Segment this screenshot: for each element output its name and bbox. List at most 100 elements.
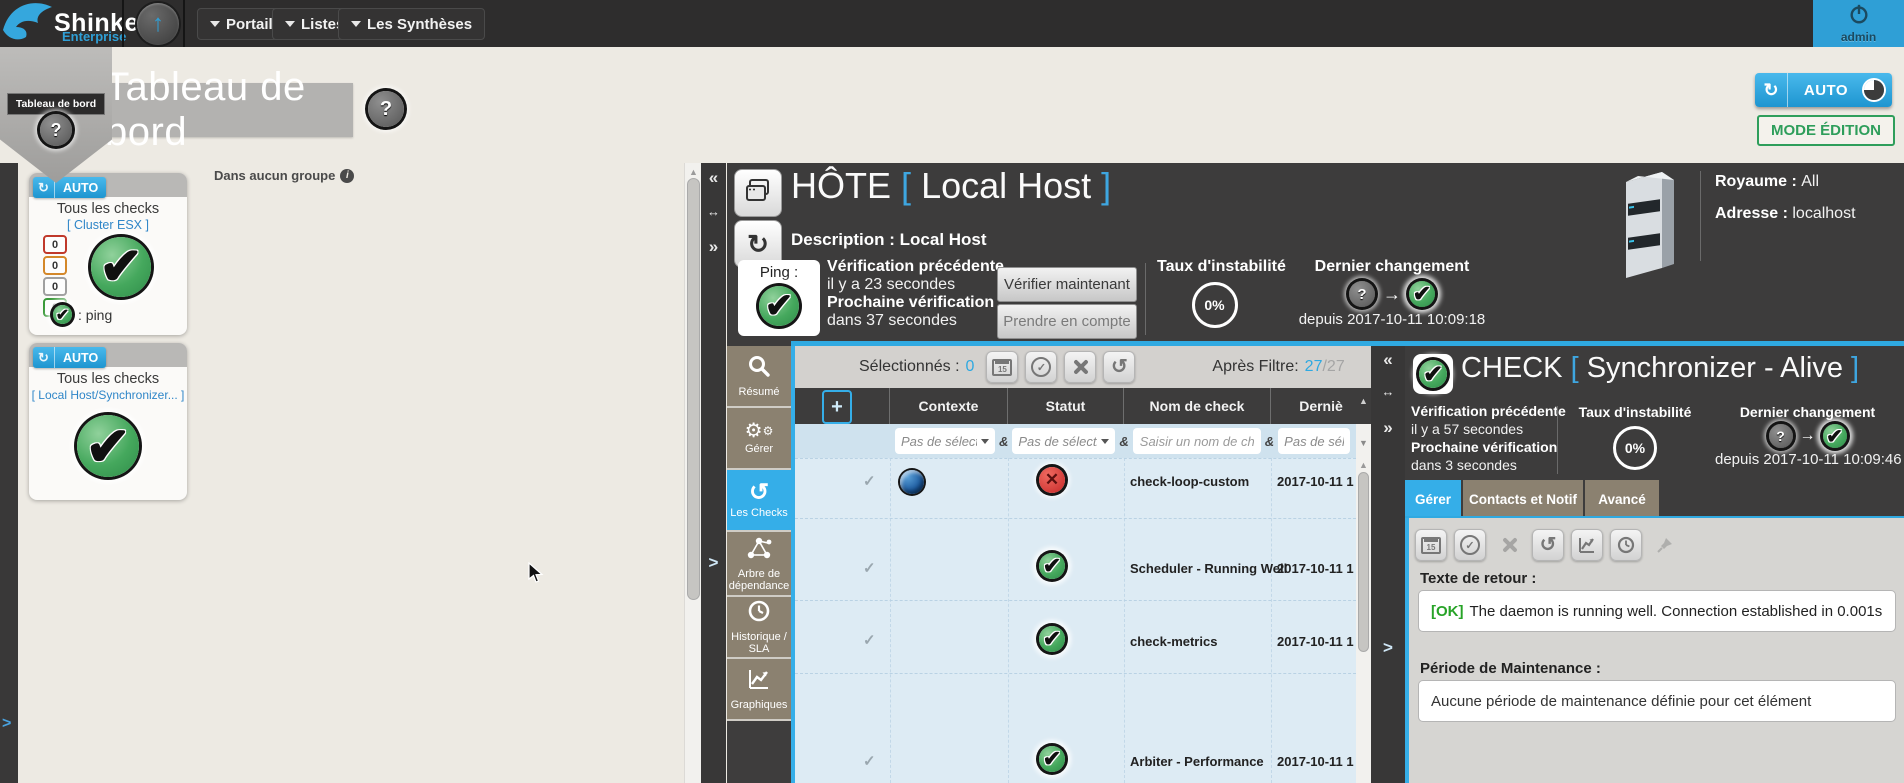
tools-button[interactable]: [1493, 529, 1525, 561]
check-name: Arbiter - Performance: [1130, 754, 1264, 769]
tab-arbre-dependance[interactable]: Arbre de dépendance: [727, 532, 791, 597]
accent-divider: [791, 341, 1904, 346]
chevron-down-icon: [210, 21, 220, 27]
graph-button[interactable]: [1571, 529, 1603, 561]
resize-icon[interactable]: ↔: [1371, 384, 1405, 399]
row-select-check-icon[interactable]: ✓: [863, 631, 876, 649]
tab-gerer[interactable]: ⚙⚙ Gérer: [727, 408, 791, 470]
edit-mode-label: MODE ÉDITION: [1771, 122, 1881, 139]
auto-refresh-button[interactable]: ↻ AUTO: [1755, 73, 1892, 107]
derniere-filter-select[interactable]: Pas de séle: [1278, 428, 1350, 454]
context-icon[interactable]: [900, 470, 924, 494]
resize-icon[interactable]: ↔: [701, 204, 726, 219]
tools-button[interactable]: [1064, 351, 1096, 383]
collapse-left-icon[interactable]: «: [701, 168, 726, 188]
info-icon[interactable]: i: [340, 169, 354, 183]
dependency-tree-icon: [746, 536, 772, 565]
scroll-top-button[interactable]: ↑: [137, 3, 179, 45]
reset-button[interactable]: ↺: [1532, 529, 1564, 561]
next-check-label: Prochaine vérification: [1411, 438, 1566, 456]
tab-avance[interactable]: Avancé: [1585, 480, 1661, 518]
reset-button[interactable]: ↺: [1103, 351, 1135, 383]
arrow-right-icon: →: [1800, 427, 1816, 445]
collapse-right-icon[interactable]: »: [1371, 418, 1405, 438]
acknowledge-button[interactable]: Prendre en compte: [997, 304, 1137, 339]
ok-status-icon: ✔: [1039, 746, 1065, 772]
widget-auto-button[interactable]: ↻ AUTO: [33, 347, 106, 368]
host-windows-button[interactable]: [734, 169, 782, 217]
acknowledge-check-button[interactable]: ✓: [1454, 529, 1486, 561]
ok-status-icon: ✔: [1419, 360, 1447, 388]
downtime-button[interactable]: 15: [986, 351, 1018, 383]
page-title-box: Tableau de bord: [105, 83, 353, 137]
table-row[interactable]: ✓ ✕ check-loop-custom 2017-10-11 1: [795, 458, 1371, 519]
tab-contacts-notif[interactable]: Contacts et Notif: [1463, 480, 1585, 518]
selected-count: 0: [966, 358, 975, 376]
column-contexte[interactable]: Contexte: [890, 388, 1008, 424]
contexte-filter-select[interactable]: Pas de sélecti: [895, 428, 995, 454]
tab-resume[interactable]: Résumé: [727, 346, 791, 408]
acknowledge-check-button[interactable]: ✓: [1025, 351, 1057, 383]
flapping-block: Taux d'instabilité 0%: [1157, 258, 1272, 328]
scroll-up-arrow[interactable]: ▲: [685, 167, 702, 177]
table-row[interactable]: ✓ ✔ check-metrics 2017-10-11 1: [795, 600, 1371, 674]
table-scrollbar[interactable]: ▼ ▲: [1356, 424, 1371, 783]
adresse-line: Adresse : localhost: [1715, 205, 1856, 223]
page-help-icon[interactable]: ?: [368, 91, 404, 127]
and-separator: &: [1265, 434, 1274, 449]
expand-icon[interactable]: >: [1371, 638, 1405, 658]
next-check-value: dans 3 secondes: [1411, 456, 1566, 474]
check-name-filter-input[interactable]: [1133, 428, 1261, 454]
scroll-down-arrow[interactable]: ▼: [1356, 438, 1371, 448]
tab-historique-sla[interactable]: Historique / SLA: [727, 597, 791, 659]
table-row[interactable]: ✓ ✔ Arbiter - Performance 2017-10-11 1: [795, 673, 1371, 783]
output-box: [OK] The daemon is running well. Connect…: [1418, 590, 1896, 632]
column-statut[interactable]: Statut: [1008, 388, 1124, 424]
nav-les-syntheses[interactable]: Les Synthèses: [338, 8, 485, 40]
pin-button[interactable]: [1649, 529, 1681, 561]
ping-card: Ping : ✔: [738, 260, 820, 336]
flapping-label: Taux d'instabilité: [1157, 258, 1272, 276]
host-title: HÔTE [ Local Host ]: [791, 165, 1111, 207]
expand-left-panel-icon[interactable]: >: [2, 715, 11, 733]
power-icon: [1848, 3, 1870, 30]
scroll-up-arrow[interactable]: ▲: [1356, 396, 1371, 406]
add-check-button[interactable]: +: [822, 390, 852, 424]
widget-auto-button[interactable]: ↻ AUTO: [33, 177, 106, 198]
table-row[interactable]: ✓ ✔ Scheduler - Running Well 2017-10-11 …: [795, 518, 1371, 601]
counter-critical[interactable]: 0: [43, 235, 67, 254]
topbar-divider: [122, 0, 124, 47]
collapse-left-icon[interactable]: «: [1371, 350, 1405, 370]
column-nom-de-check[interactable]: Nom de check: [1124, 388, 1271, 424]
tab-gerer[interactable]: Gérer: [1405, 480, 1463, 518]
widget-subtitle-link[interactable]: [ Local Host/Synchronizer... ]: [29, 388, 187, 402]
expand-icon[interactable]: >: [701, 553, 726, 573]
auto-label: AUTO: [1788, 82, 1864, 99]
collapse-right-icon[interactable]: »: [701, 237, 726, 257]
scrollbar-thumb[interactable]: [1358, 472, 1369, 652]
downtime-button[interactable]: 15: [1415, 529, 1447, 561]
tab-les-checks[interactable]: ↺ Les Checks: [727, 470, 791, 532]
edit-mode-button[interactable]: MODE ÉDITION: [1757, 115, 1895, 146]
counter-unknown[interactable]: 0: [43, 277, 67, 296]
user-menu[interactable]: admin: [1813, 0, 1904, 47]
check-circle-icon: ✓: [1031, 357, 1051, 377]
table-toolbar: Sélectionnés : 0 15 ✓ ↺ Après Filtre: 27…: [795, 346, 1371, 388]
counter-warning[interactable]: 0: [43, 256, 67, 275]
row-select-check-icon[interactable]: ✓: [863, 472, 876, 490]
row-select-check-icon[interactable]: ✓: [863, 559, 876, 577]
statut-filter-select[interactable]: Pas de sélecti: [1012, 428, 1115, 454]
widget-subtitle-link[interactable]: [ Cluster ESX ]: [29, 218, 187, 232]
tab-graphiques[interactable]: Graphiques: [727, 659, 791, 721]
row-select-check-icon[interactable]: ✓: [863, 752, 876, 770]
hex-help-icon[interactable]: ?: [40, 114, 72, 146]
host-description: Description : Local Host: [791, 230, 987, 250]
group-label: Dans aucun groupe: [214, 168, 335, 183]
history-button[interactable]: [1610, 529, 1642, 561]
check-tabs: Gérer Contacts et Notif Avancé: [1405, 480, 1904, 518]
check-now-button[interactable]: Vérifier maintenant: [997, 267, 1137, 302]
refresh-icon: ↻: [747, 229, 769, 260]
scroll-up-arrow[interactable]: ▲: [1356, 460, 1371, 470]
critical-status-icon: ✕: [1039, 467, 1065, 493]
scrollbar-thumb[interactable]: [687, 178, 700, 600]
